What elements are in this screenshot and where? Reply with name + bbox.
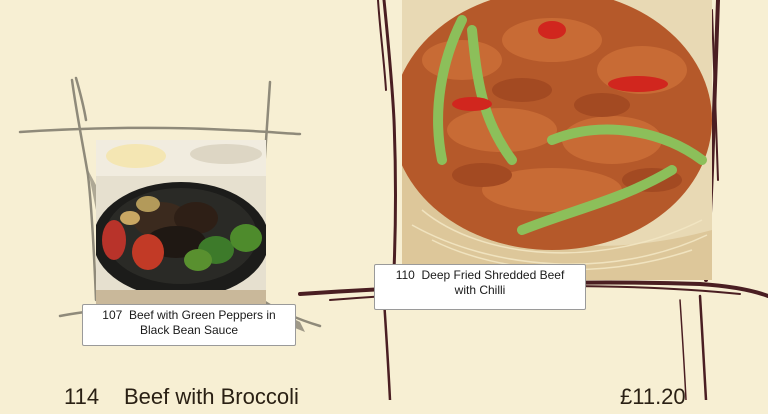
dish-caption-110: 110 Deep Fried Shredded Beef with Chilli bbox=[374, 264, 586, 310]
dish-name-line1: Beef with Green Peppers in bbox=[128, 308, 276, 322]
caption-line-1: 107 Beef with Green Peppers in bbox=[89, 308, 289, 323]
caption-line-1: 110 Deep Fried Shredded Beef bbox=[381, 268, 579, 283]
menu-item-114[interactable]: 114 Beef with Broccoli £11.20 bbox=[0, 384, 768, 414]
menu-item-price: £11.20 bbox=[620, 384, 686, 409]
dish-photo-shredded-beef[interactable] bbox=[402, 0, 712, 280]
dish-image bbox=[402, 0, 712, 280]
menu-item-name: Beef with Broccoli bbox=[124, 384, 299, 409]
dish-image bbox=[96, 140, 266, 308]
dish-name-line1: Deep Fried Shredded Beef bbox=[421, 268, 565, 282]
dish-number: 110 bbox=[395, 268, 415, 282]
dish-name-line2: with Chilli bbox=[454, 283, 506, 297]
dish-number: 107 bbox=[102, 308, 123, 322]
dish-name-line2: Black Bean Sauce bbox=[139, 323, 239, 337]
dish-caption-107: 107 Beef with Green Peppers in Black Bea… bbox=[82, 304, 296, 346]
menu-item-number: 114 bbox=[64, 384, 100, 409]
dish-photo-beef-green-peppers[interactable] bbox=[96, 140, 266, 308]
